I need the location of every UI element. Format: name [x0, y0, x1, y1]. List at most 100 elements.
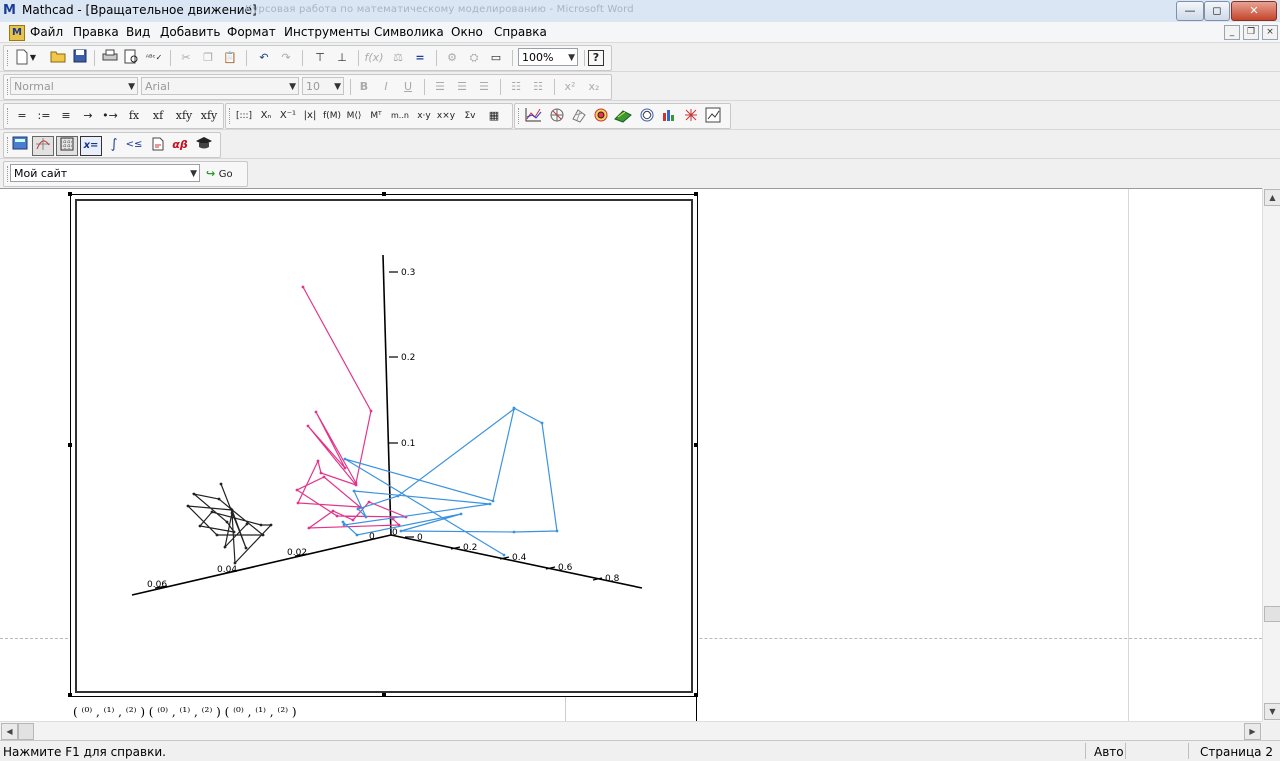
- dot-product-button[interactable]: x·y: [414, 107, 434, 125]
- style-select[interactable]: Normal ▼: [10, 77, 138, 95]
- calculus-palette-icon[interactable]: ∫: [104, 136, 124, 154]
- scroll-thumb-horizontal[interactable]: [18, 723, 34, 740]
- programming-palette-icon[interactable]: [148, 136, 168, 154]
- menu-window[interactable]: Окно: [451, 25, 483, 39]
- doc-restore-button[interactable]: ❐: [1243, 25, 1259, 40]
- resize-handle[interactable]: [68, 443, 72, 447]
- 3d-bar-plot-icon[interactable]: [637, 107, 657, 125]
- align-down-icon[interactable]: ⊥: [332, 49, 352, 67]
- print-icon[interactable]: [100, 49, 120, 67]
- save-icon[interactable]: [70, 49, 90, 67]
- resize-handle[interactable]: [694, 192, 698, 196]
- document-icon[interactable]: M: [9, 25, 25, 41]
- matrix-palette-icon[interactable]: [56, 136, 78, 156]
- calculator-icon[interactable]: [10, 136, 30, 154]
- symbolic-palette-icon[interactable]: [194, 136, 214, 154]
- menu-format[interactable]: Формат: [227, 25, 276, 39]
- resource-center-icon[interactable]: ⛭: [464, 49, 484, 67]
- prefix-operator-button[interactable]: fx: [124, 107, 144, 125]
- plot-wizard-icon[interactable]: [703, 107, 723, 125]
- font-select[interactable]: Arial ▼: [141, 77, 299, 95]
- address-select[interactable]: Мой сайт ▼: [10, 164, 200, 182]
- cut-icon[interactable]: ✂: [176, 49, 196, 67]
- vector-field-icon[interactable]: [681, 107, 701, 125]
- greek-palette-icon[interactable]: αβ: [170, 136, 190, 154]
- spellcheck-icon[interactable]: ᴬᴮᶜ✓: [144, 49, 164, 67]
- undo-icon[interactable]: ↶: [254, 49, 274, 67]
- insert-unit-icon[interactable]: ⚖: [388, 49, 408, 67]
- scroll-thumb[interactable]: [1264, 606, 1280, 622]
- bullet-list-icon[interactable]: ☷: [506, 78, 526, 96]
- scroll-left-icon[interactable]: ◀: [1, 723, 18, 740]
- postfix-operator-button[interactable]: xf: [148, 107, 168, 125]
- boolean-palette-icon[interactable]: <≤: [124, 136, 144, 154]
- redo-icon[interactable]: ↷: [276, 49, 296, 67]
- zoom-select[interactable]: 100% ▼: [518, 48, 578, 66]
- toolbar-grip[interactable]: [229, 108, 232, 124]
- eval-equals-button[interactable]: =: [12, 107, 32, 125]
- worksheet-area[interactable]: 0.3 0.2 0.1 0 0 0.2 0.4 0.6 0.8 0 0.02 0.04 0.06 ( ⁽…: [0, 188, 1262, 722]
- resize-handle[interactable]: [382, 693, 386, 697]
- definition-button[interactable]: :=: [34, 107, 54, 125]
- window-icon[interactable]: ▭: [486, 49, 506, 67]
- paste-icon[interactable]: 📋: [220, 49, 240, 67]
- keyword-eval-button[interactable]: •→: [100, 107, 120, 125]
- resize-handle[interactable]: [694, 443, 698, 447]
- global-definition-button[interactable]: ≡: [56, 107, 76, 125]
- cross-product-button[interactable]: x×y: [436, 107, 456, 125]
- close-button[interactable]: ✕: [1231, 1, 1277, 21]
- 3d-plot-region[interactable]: 0.3 0.2 0.1 0 0 0.2 0.4 0.6 0.8 0 0.02 0.04 0.06: [68, 192, 698, 697]
- treefix-operator-button[interactable]: xfy: [198, 107, 220, 125]
- open-folder-icon[interactable]: [48, 49, 68, 67]
- bar-chart-icon[interactable]: [659, 107, 679, 125]
- underline-button[interactable]: U: [398, 78, 418, 96]
- subscript-button[interactable]: x₂: [584, 78, 604, 96]
- matrix-transpose-button[interactable]: Mᵀ: [366, 107, 386, 125]
- polar-plot-icon[interactable]: [547, 107, 567, 125]
- insert-component-icon[interactable]: ⚙: [442, 49, 462, 67]
- range-variable-button[interactable]: m..n: [388, 107, 412, 125]
- horizontal-scrollbar[interactable]: ◀ ▶: [0, 721, 1262, 740]
- menu-edit[interactable]: Правка: [73, 25, 119, 39]
- bold-button[interactable]: B: [354, 78, 374, 96]
- resize-handle[interactable]: [68, 192, 72, 196]
- numbered-list-icon[interactable]: ☷: [528, 78, 548, 96]
- matrix-subscript-button[interactable]: Xₙ: [256, 107, 276, 125]
- scroll-up-icon[interactable]: ▲: [1264, 189, 1280, 206]
- xy-plot-icon[interactable]: [523, 107, 543, 125]
- print-preview-icon[interactable]: [122, 49, 142, 67]
- maximize-button[interactable]: ◻: [1204, 1, 1230, 21]
- determinant-button[interactable]: |x|: [300, 107, 320, 125]
- calculate-icon[interactable]: =: [410, 49, 430, 67]
- align-top-icon[interactable]: ⊤: [310, 49, 330, 67]
- go-button[interactable]: ↪ Go: [206, 165, 244, 183]
- menu-tools[interactable]: Инструменты: [284, 25, 370, 39]
- evaluation-palette-icon[interactable]: x=: [80, 136, 102, 156]
- minimize-button[interactable]: —: [1176, 1, 1204, 21]
- scroll-right-icon[interactable]: ▶: [1244, 723, 1261, 740]
- doc-minimize-button[interactable]: _: [1224, 25, 1240, 40]
- picture-button[interactable]: ▦: [484, 107, 504, 125]
- matrix-insert-button[interactable]: [:::]: [234, 107, 254, 125]
- toolbar-grip[interactable]: [518, 108, 521, 124]
- italic-button[interactable]: I: [376, 78, 396, 96]
- vectorize-button[interactable]: f(M): [322, 107, 342, 125]
- align-center-icon[interactable]: ☰: [452, 78, 472, 96]
- matrix-column-button[interactable]: M⟨⟩: [344, 107, 364, 125]
- contour-plot-icon[interactable]: [591, 107, 611, 125]
- scroll-down-icon[interactable]: ▼: [1264, 703, 1280, 720]
- graph-palette-icon[interactable]: [32, 136, 54, 156]
- menu-insert[interactable]: Добавить: [160, 25, 220, 39]
- resize-handle[interactable]: [382, 192, 386, 196]
- plot-formula-placeholders[interactable]: ( ⁽⁰⁾ , ⁽¹⁾ , ⁽²⁾ ) ( ⁽⁰⁾ , ⁽¹⁾ , ⁽²⁾ ) …: [73, 705, 297, 719]
- symbolic-eval-button[interactable]: →: [78, 107, 98, 125]
- infix-operator-button[interactable]: xfy: [172, 107, 196, 125]
- menu-symbolics[interactable]: Символика: [374, 25, 444, 39]
- surface-plot-icon[interactable]: [569, 107, 589, 125]
- 3d-scatter-plot-icon[interactable]: [613, 107, 633, 125]
- matrix-inverse-button[interactable]: X⁻¹: [278, 107, 298, 125]
- new-dropdown-icon[interactable]: ▼: [28, 49, 38, 67]
- align-right-icon[interactable]: ☰: [474, 78, 494, 96]
- menu-view[interactable]: Вид: [126, 25, 150, 39]
- toolbar-grip[interactable]: [7, 108, 10, 124]
